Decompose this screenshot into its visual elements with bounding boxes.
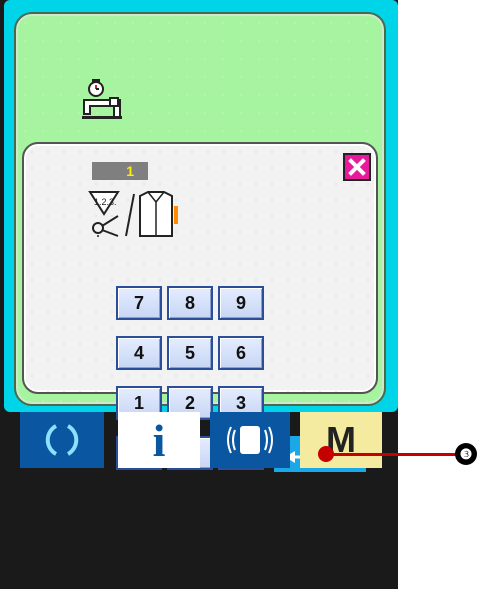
- key-6[interactable]: 6: [218, 336, 264, 370]
- information-icon: i: [152, 414, 166, 466]
- mode-button[interactable]: M: [300, 412, 382, 468]
- taskbar: i M: [0, 412, 398, 589]
- key-5[interactable]: 5: [167, 336, 213, 370]
- callout-dot: [318, 446, 334, 462]
- ready-button[interactable]: [20, 412, 104, 468]
- key-7[interactable]: 7: [116, 286, 162, 320]
- close-button[interactable]: [343, 153, 371, 181]
- communication-icon: [227, 426, 273, 454]
- thread-trim-count-garment-icon: 1.2.3.: [88, 188, 178, 243]
- key-4[interactable]: 4: [116, 336, 162, 370]
- value-display: 1: [92, 162, 148, 180]
- key-8[interactable]: 8: [167, 286, 213, 320]
- key-9[interactable]: 9: [218, 286, 264, 320]
- callout-line: [326, 453, 456, 456]
- ready-icon: [45, 424, 79, 456]
- callout-number: ❸: [455, 443, 477, 465]
- sewing-machine-timer-icon: [80, 76, 128, 125]
- communication-button[interactable]: [210, 412, 290, 468]
- svg-text:1.2.3.: 1.2.3.: [94, 197, 117, 207]
- device-screen: 1 1.2.3. 7 8 9 4 5 6 1 2 3 0: [0, 0, 398, 589]
- information-button[interactable]: i: [118, 412, 200, 468]
- close-icon: [348, 158, 366, 176]
